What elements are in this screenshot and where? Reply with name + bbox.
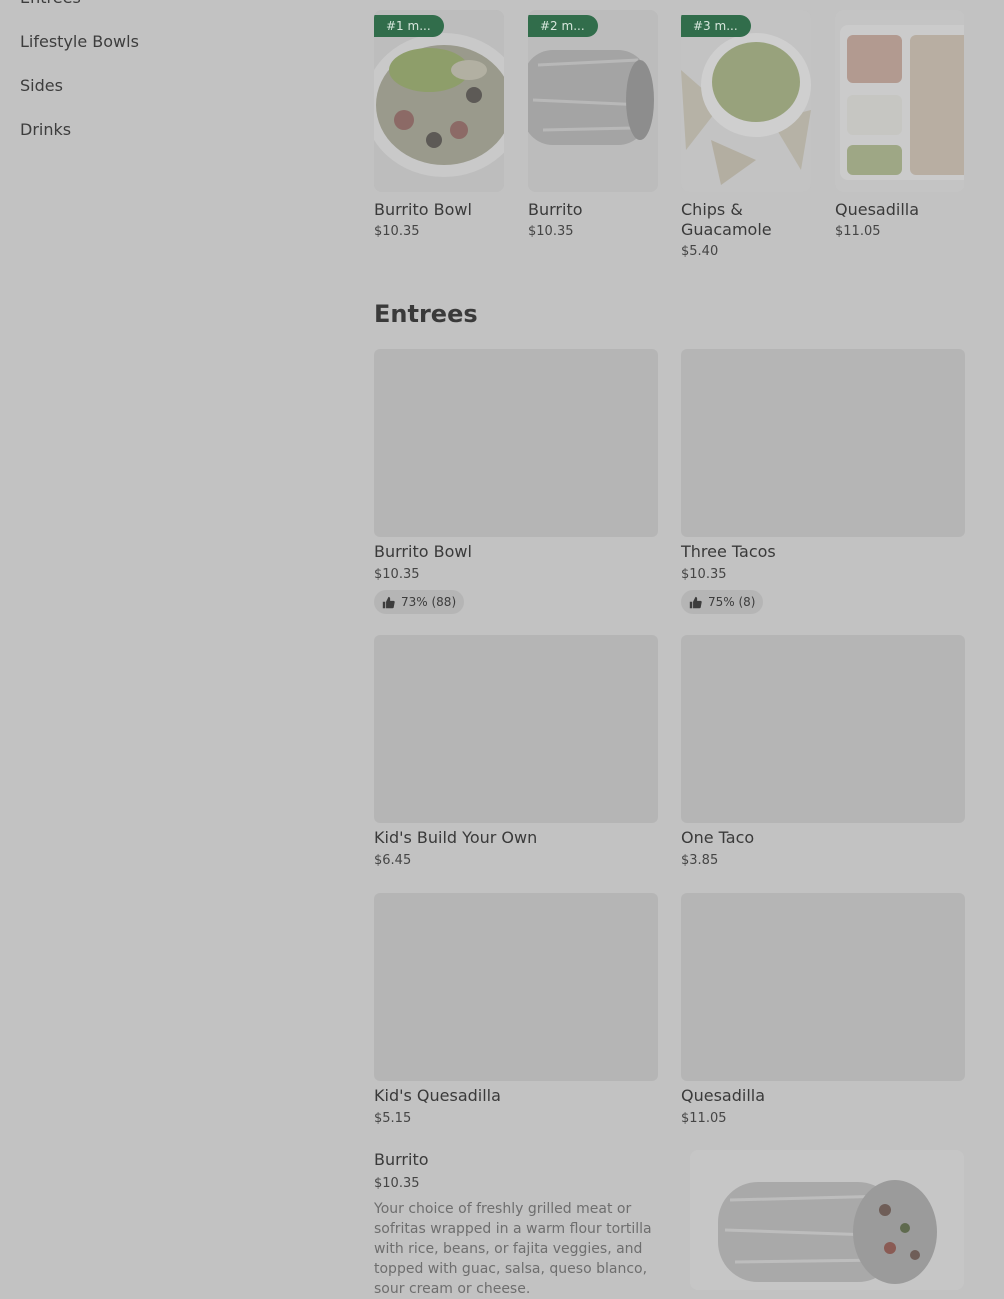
featured-item-card[interactable]: Burrito $10.35 Your choice of freshly gr… xyxy=(374,1150,964,1297)
burrito-image xyxy=(690,1150,964,1290)
item-price: $10.35 xyxy=(681,567,727,582)
rating-badge: 73% (88) xyxy=(374,590,465,614)
sidebar-item-entrees[interactable]: Entrees xyxy=(20,0,320,32)
item-image-placeholder xyxy=(374,893,658,1081)
popular-item-price: $5.40 xyxy=(681,244,719,259)
popular-card[interactable]: #3 m... Chips & Guacamole $5.40 xyxy=(681,10,811,261)
item-price: $5.15 xyxy=(374,1111,412,1126)
rating-text: 73% (88) xyxy=(401,595,457,609)
popular-card[interactable]: #2 m... Burrito $10.35 xyxy=(528,10,658,241)
popular-card[interactable]: Quesadilla $11.05 xyxy=(835,10,964,241)
item-image-placeholder xyxy=(681,635,965,823)
rank-badge: #1 m... xyxy=(374,15,444,37)
popular-item-name: Burrito xyxy=(528,200,583,219)
item-image-placeholder xyxy=(374,349,658,537)
item-name: Kid's Quesadilla xyxy=(374,1086,501,1105)
rank-badge: #2 m... xyxy=(528,15,598,37)
item-name: Three Tacos xyxy=(681,542,776,561)
popular-item-price: $11.05 xyxy=(835,224,881,239)
menu-item-card[interactable]: Kid's Build Your Own $6.45 xyxy=(374,635,658,870)
item-price: $10.35 xyxy=(374,567,420,582)
item-price: $3.85 xyxy=(681,853,719,868)
item-name: Quesadilla xyxy=(681,1086,766,1105)
item-image-placeholder xyxy=(681,893,965,1081)
popular-item-name: Burrito Bowl xyxy=(374,200,472,219)
rank-badge: #3 m... xyxy=(681,15,751,37)
popular-item-price: $10.35 xyxy=(374,224,420,239)
menu-item-card[interactable]: Quesadilla $11.05 xyxy=(681,893,965,1128)
item-name: Kid's Build Your Own xyxy=(374,828,538,847)
popular-item-name: Quesadilla xyxy=(835,200,920,219)
sidebar-item-drinks[interactable]: Drinks xyxy=(20,120,320,164)
category-sidebar: Entrees Lifestyle Bowls Sides Drinks xyxy=(20,0,320,164)
item-description: Your choice of freshly grilled meat or s… xyxy=(374,1201,652,1297)
menu-item-card[interactable]: One Taco $3.85 xyxy=(681,635,965,870)
burrito-bowl-image: #1 m... xyxy=(374,10,504,192)
quesadilla-image xyxy=(835,10,964,192)
menu-item-card[interactable]: Three Tacos $10.35 75% (8) xyxy=(681,349,965,614)
menu-item-card[interactable]: Kid's Quesadilla $5.15 xyxy=(374,893,658,1128)
item-price: $6.45 xyxy=(374,853,412,868)
item-name: Burrito Bowl xyxy=(374,542,472,561)
most-ordered-carousel: #1 m... Burrito Bowl $10.35 #2 m... Burr… xyxy=(374,0,964,270)
item-image-placeholder xyxy=(681,349,965,537)
thumbs-up-icon xyxy=(382,596,395,608)
popular-item-name: Chips & Guacamole xyxy=(681,200,772,239)
rating-text: 75% (8) xyxy=(708,595,756,609)
thumbs-up-icon xyxy=(689,596,702,608)
burrito-image: #2 m... xyxy=(528,10,658,192)
item-image-placeholder xyxy=(374,635,658,823)
sidebar-item-lifestyle-bowls[interactable]: Lifestyle Bowls xyxy=(20,32,320,76)
item-price: $11.05 xyxy=(681,1111,727,1126)
item-name: One Taco xyxy=(681,828,755,847)
menu-item-card[interactable]: Burrito Bowl $10.35 73% (88) xyxy=(374,349,658,614)
popular-item-price: $10.35 xyxy=(528,224,574,239)
rating-badge: 75% (8) xyxy=(681,590,764,614)
chips-guacamole-image: #3 m... xyxy=(681,10,811,192)
sidebar-item-sides[interactable]: Sides xyxy=(20,76,320,120)
section-title-entrees: Entrees xyxy=(374,300,478,328)
popular-card[interactable]: #1 m... Burrito Bowl $10.35 xyxy=(374,10,504,241)
